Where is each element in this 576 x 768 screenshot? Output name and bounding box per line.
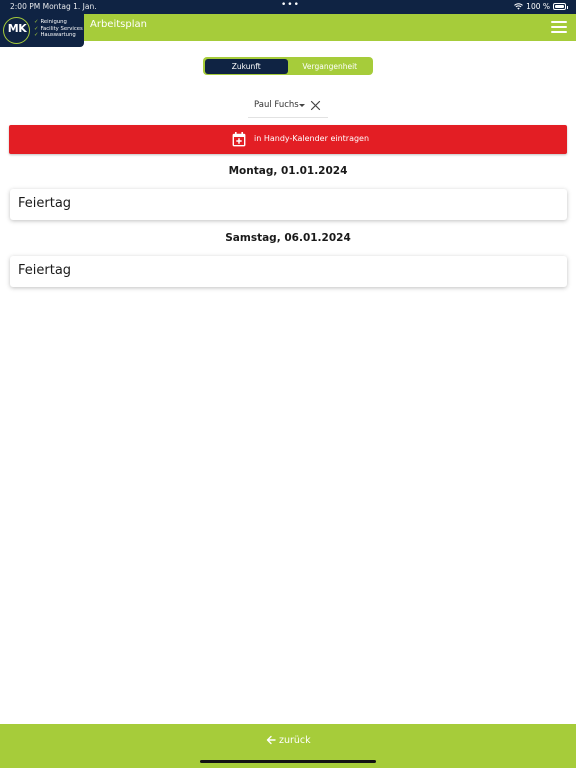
wifi-icon: [514, 3, 524, 10]
user-select[interactable]: Paul Fuchs: [248, 98, 328, 118]
hamburger-menu-icon[interactable]: [551, 20, 567, 34]
date-heading: Samstag, 06.01.2024: [225, 232, 351, 244]
tab-zukunft[interactable]: Zukunft: [204, 58, 288, 74]
date-heading: Montag, 01.01.2024: [228, 165, 348, 177]
check-icon: ✓: [34, 19, 39, 25]
status-time-date: 2:00 PM Montag 1. Jan.: [10, 2, 97, 11]
tab-vergangenheit[interactable]: Vergangenheit: [288, 59, 372, 74]
schedule-entry-title: Feiertag: [18, 263, 72, 278]
calendar-button-label: in Handy-Kalender eintragen: [254, 134, 370, 143]
battery-percentage: 100 %: [526, 2, 550, 11]
multitasking-dots: •••: [281, 0, 300, 10]
logo-initials: MK: [7, 22, 27, 35]
back-button-label: zurück: [279, 734, 311, 746]
page-title: Arbeitsplan: [90, 19, 147, 30]
arrow-left-icon: [266, 735, 276, 745]
user-select-value: Paul Fuchs: [254, 100, 299, 110]
company-logo: MK ✓ Reinigung ✓ Facility Services ✓ Hauswa…: [0, 14, 84, 47]
check-icon: ✓: [34, 32, 39, 39]
logo-services-list: ✓ Reinigung ✓ Facility Services ✓ Hauswartu…: [34, 19, 83, 39]
logo-line-facility: Facility Services: [40, 25, 83, 32]
schedule-entry-card[interactable]: Feiertag: [10, 256, 567, 287]
calendar-add-icon: [232, 132, 246, 147]
logo-line-hauswartung: Hauswartung: [40, 32, 76, 39]
status-bar: 2:00 PM Montag 1. Jan. ••• 100 %: [0, 0, 576, 14]
battery-icon: [553, 3, 568, 10]
schedule-tabs: Zukunft Vergangenheit: [203, 57, 373, 75]
app-header: [0, 14, 576, 41]
check-icon: ✓: [34, 25, 39, 32]
close-icon[interactable]: [310, 100, 321, 111]
status-indicators: 100 %: [514, 2, 568, 11]
add-to-phone-calendar-button[interactable]: in Handy-Kalender eintragen: [9, 125, 567, 154]
caret-down-icon[interactable]: [299, 104, 305, 107]
home-indicator: [200, 760, 376, 763]
logo-line-reinigung: Reinigung: [40, 19, 67, 25]
back-button[interactable]: zurück: [266, 733, 311, 747]
schedule-entry-card[interactable]: Feiertag: [10, 189, 567, 220]
schedule-entry-title: Feiertag: [18, 196, 72, 211]
